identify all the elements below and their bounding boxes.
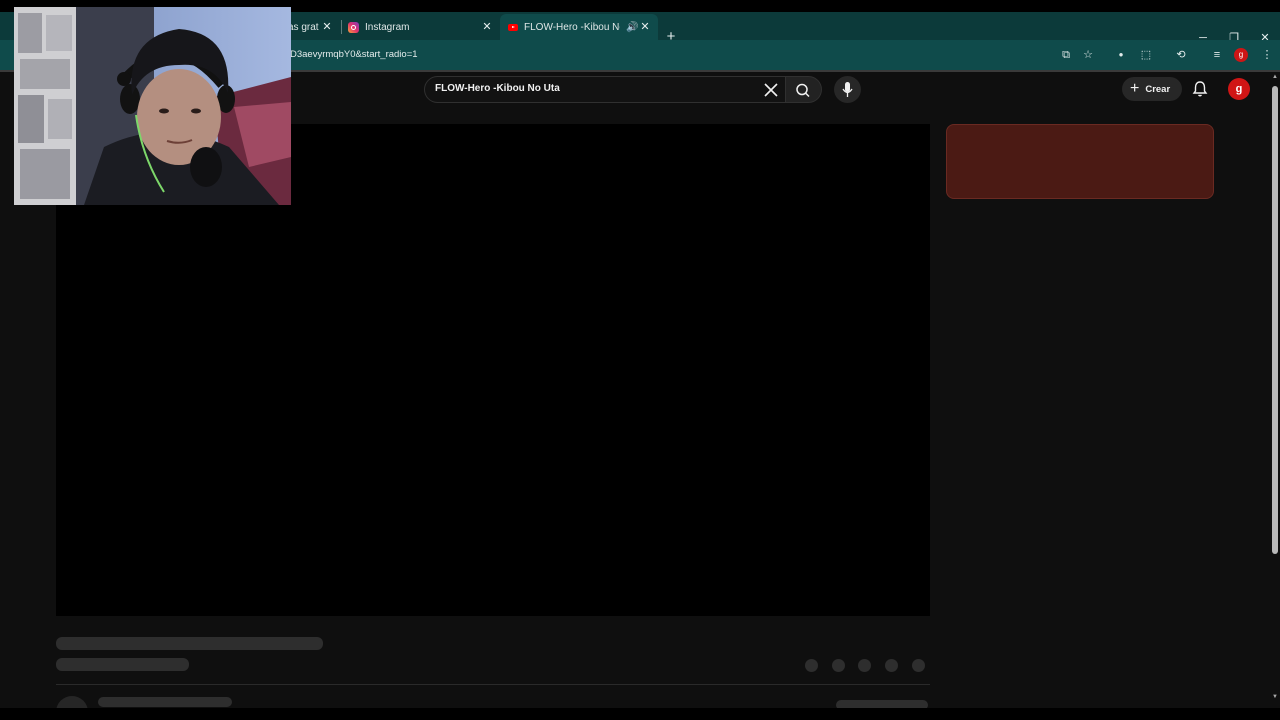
scroll-down-arrow-icon[interactable]: ▼ <box>1271 694 1279 702</box>
action-placeholder <box>912 659 925 672</box>
account-avatar[interactable]: g <box>1228 78 1250 100</box>
title-placeholder <box>56 637 323 650</box>
tab-label: as grat <box>288 21 319 33</box>
search-icon <box>796 83 810 98</box>
media-control-icon[interactable]: ≡ <box>1208 46 1226 64</box>
url-text[interactable]: D3aevyrmqbY0&start_radio=1 <box>290 49 418 60</box>
extensions-icon[interactable]: ⬚ <box>1137 46 1155 64</box>
install-app-icon[interactable]: ⧉ <box>1057 46 1075 64</box>
history-icon[interactable]: ⟲ <box>1172 46 1190 64</box>
voice-search-button[interactable] <box>834 76 861 103</box>
youtube-icon <box>508 23 518 31</box>
plus-icon: + <box>1130 80 1140 97</box>
tab-instagram[interactable]: Instagram ✕ <box>340 14 500 40</box>
create-button[interactable]: + Crear <box>1122 77 1182 101</box>
screen: as grat ✕ Instagram ✕ FLOW-Hero -Kibou N… <box>0 0 1280 720</box>
tab-label: Instagram <box>365 21 410 33</box>
search-query: FLOW-Hero -Kibou No Uta <box>435 83 560 94</box>
close-icon[interactable]: ✕ <box>480 20 494 34</box>
bookmark-star-icon[interactable]: ☆ <box>1079 46 1097 64</box>
browser-menu-icon[interactable]: ⋮ <box>1258 46 1276 64</box>
action-placeholder <box>805 659 818 672</box>
search-button[interactable] <box>786 76 822 103</box>
create-label: Crear <box>1145 83 1171 95</box>
bottom-black-bar <box>0 708 1280 720</box>
webcam-overlay <box>14 7 291 205</box>
sidebar-ad-placeholder[interactable] <box>946 124 1214 199</box>
browser-profile-avatar[interactable]: g <box>1234 48 1248 62</box>
tab-youtube-active[interactable]: FLOW-Hero -Kibou No Uta 🔊 ✕ <box>500 14 658 40</box>
record-dot-icon[interactable]: ● <box>1112 46 1130 64</box>
clear-search-icon[interactable] <box>761 80 781 100</box>
microphone-icon <box>842 82 853 97</box>
tab-label: FLOW-Hero -Kibou No Uta <box>524 21 620 33</box>
scroll-up-arrow-icon[interactable]: ▲ <box>1271 74 1279 82</box>
webcam-feed-image <box>14 7 291 205</box>
action-placeholder <box>832 659 845 672</box>
notifications-bell-icon[interactable] <box>1190 79 1210 99</box>
subtitle-placeholder <box>56 658 189 671</box>
content-divider <box>56 684 930 685</box>
speaker-icon[interactable]: 🔊 <box>626 22 638 33</box>
search-input[interactable]: FLOW-Hero -Kibou No Uta <box>424 76 786 103</box>
action-placeholder <box>858 659 871 672</box>
channel-name-placeholder <box>98 697 232 707</box>
close-icon[interactable]: ✕ <box>638 20 652 34</box>
action-placeholder <box>885 659 898 672</box>
scrollbar-thumb[interactable] <box>1272 86 1278 554</box>
close-icon[interactable]: ✕ <box>320 20 334 34</box>
instagram-icon <box>348 21 359 33</box>
